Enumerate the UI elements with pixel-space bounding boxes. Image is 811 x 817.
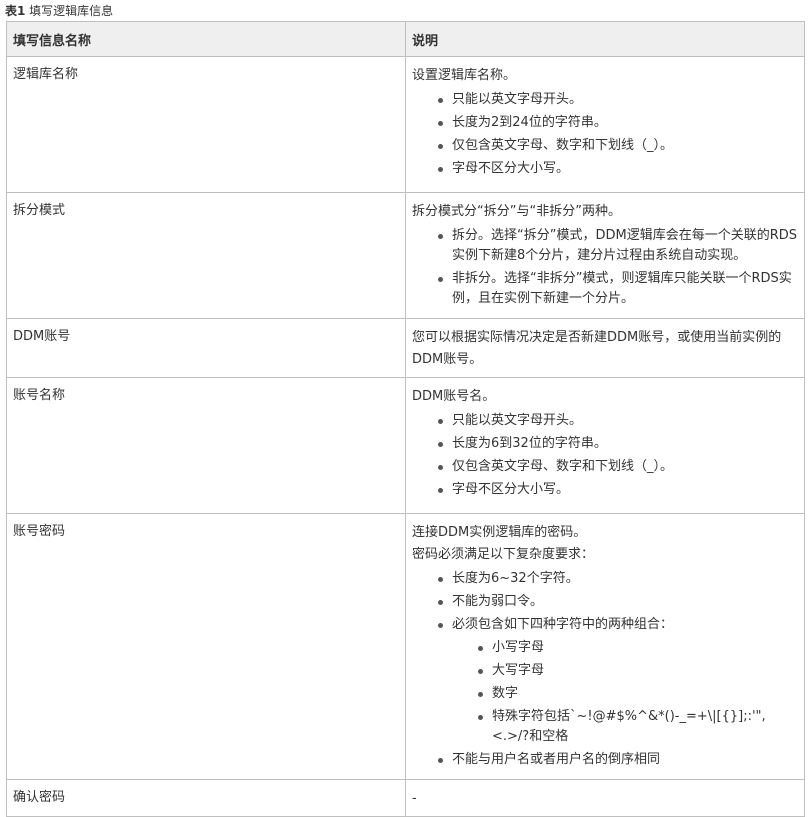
table-row: 逻辑库名称 设置逻辑库名称。 只能以英文字母开头。 长度为2到24位的字符串。 … [6, 56, 805, 193]
header-name: 填写信息名称 [6, 21, 406, 57]
row-description: DDM账号名。 只能以英文字母开头。 长度为6到32位的字符串。 仅包含英文字母… [405, 377, 805, 514]
row-description: - [405, 779, 805, 817]
header-description: 说明 [405, 21, 805, 57]
row-name: 逻辑库名称 [6, 56, 406, 193]
row-description: 您可以根据实际情况决定是否新建DDM账号，或使用当前实例的DDM账号。 [405, 318, 805, 378]
list-item-text: 必须包含如下四种字符中的两种组合： [452, 617, 674, 632]
table-row: 确认密码 - [6, 779, 805, 817]
row-name: DDM账号 [6, 318, 406, 378]
sub-list-item: 大写字母 [478, 661, 798, 681]
bullet-list: 拆分。选择“拆分”模式，DDM逻辑库会在每一个关联的RDS实例下新建8个分片，建… [412, 226, 798, 309]
row-name: 拆分模式 [6, 192, 406, 319]
table-caption: 表1 填写逻辑库信息 [5, 3, 113, 19]
table-row: 账号密码 连接DDM实例逻辑库的密码。 密码必须满足以下复杂度要求： 长度为6~… [6, 513, 805, 780]
row-description: 连接DDM实例逻辑库的密码。 密码必须满足以下复杂度要求： 长度为6~32个字符… [405, 513, 805, 780]
row-intro-2: 密码必须满足以下复杂度要求： [412, 547, 595, 562]
sub-bullet-list: 小写字母 大写字母 数字 特殊字符包括`~!@#$%^&*()-_=+\|[{}… [452, 638, 798, 747]
list-item: 长度为6到32位的字符串。 [438, 434, 798, 454]
list-item: 拆分。选择“拆分”模式，DDM逻辑库会在每一个关联的RDS实例下新建8个分片，建… [438, 226, 798, 266]
row-name: 账号密码 [6, 513, 406, 780]
table-row: 账号名称 DDM账号名。 只能以英文字母开头。 长度为6到32位的字符串。 仅包… [6, 377, 805, 514]
list-item: 非拆分。选择“非拆分”模式，则逻辑库只能关联一个RDS实例，且在实例下新建一个分… [438, 269, 798, 309]
row-intro: - [412, 791, 417, 806]
list-item: 不能为弱口令。 [438, 592, 798, 612]
row-name: 账号名称 [6, 377, 406, 514]
row-intro: 设置逻辑库名称。 [412, 68, 517, 83]
list-item: 只能以英文字母开头。 [438, 90, 798, 110]
list-item: 仅包含英文字母、数字和下划线（_）。 [438, 136, 798, 156]
list-item: 字母不区分大小写。 [438, 159, 798, 179]
logic-db-info-table: 填写信息名称 说明 逻辑库名称 设置逻辑库名称。 只能以英文字母开头。 长度为2… [6, 21, 805, 817]
row-intro: DDM账号名。 [412, 389, 496, 404]
bullet-list: 只能以英文字母开头。 长度为6到32位的字符串。 仅包含英文字母、数字和下划线（… [412, 411, 798, 500]
sub-list-item: 小写字母 [478, 638, 798, 658]
sub-list-item: 数字 [478, 684, 798, 704]
list-item: 仅包含英文字母、数字和下划线（_）。 [438, 457, 798, 477]
sub-list-item: 特殊字符包括`~!@#$%^&*()-_=+\|[{}];:'",<.>/?和空… [478, 707, 798, 747]
row-name: 确认密码 [6, 779, 406, 817]
bullet-list: 只能以英文字母开头。 长度为2到24位的字符串。 仅包含英文字母、数字和下划线（… [412, 90, 798, 179]
table-caption-text: 填写逻辑库信息 [25, 4, 114, 18]
row-description: 拆分模式分“拆分”与“非拆分”两种。 拆分。选择“拆分”模式，DDM逻辑库会在每… [405, 192, 805, 319]
row-description: 设置逻辑库名称。 只能以英文字母开头。 长度为2到24位的字符串。 仅包含英文字… [405, 56, 805, 193]
row-intro: 您可以根据实际情况决定是否新建DDM账号，或使用当前实例的DDM账号。 [412, 330, 782, 367]
list-item: 长度为2到24位的字符串。 [438, 113, 798, 133]
list-item: 不能与用户名或者用户名的倒序相同 [438, 750, 798, 770]
list-item: 字母不区分大小写。 [438, 480, 798, 500]
list-item: 长度为6~32个字符。 [438, 569, 798, 589]
row-intro: 拆分模式分“拆分”与“非拆分”两种。 [412, 204, 621, 219]
table-row: 拆分模式 拆分模式分“拆分”与“非拆分”两种。 拆分。选择“拆分”模式，DDM逻… [6, 192, 805, 319]
list-item: 必须包含如下四种字符中的两种组合： 小写字母 大写字母 数字 特殊字符包括`~!… [438, 615, 798, 747]
table-header-row: 填写信息名称 说明 [6, 21, 805, 57]
bullet-list: 长度为6~32个字符。 不能为弱口令。 必须包含如下四种字符中的两种组合： 小写… [412, 569, 798, 770]
table-caption-label: 表1 [5, 4, 26, 18]
list-item: 只能以英文字母开头。 [438, 411, 798, 431]
table-row: DDM账号 您可以根据实际情况决定是否新建DDM账号，或使用当前实例的DDM账号… [6, 318, 805, 378]
row-intro: 连接DDM实例逻辑库的密码。 [412, 525, 587, 540]
